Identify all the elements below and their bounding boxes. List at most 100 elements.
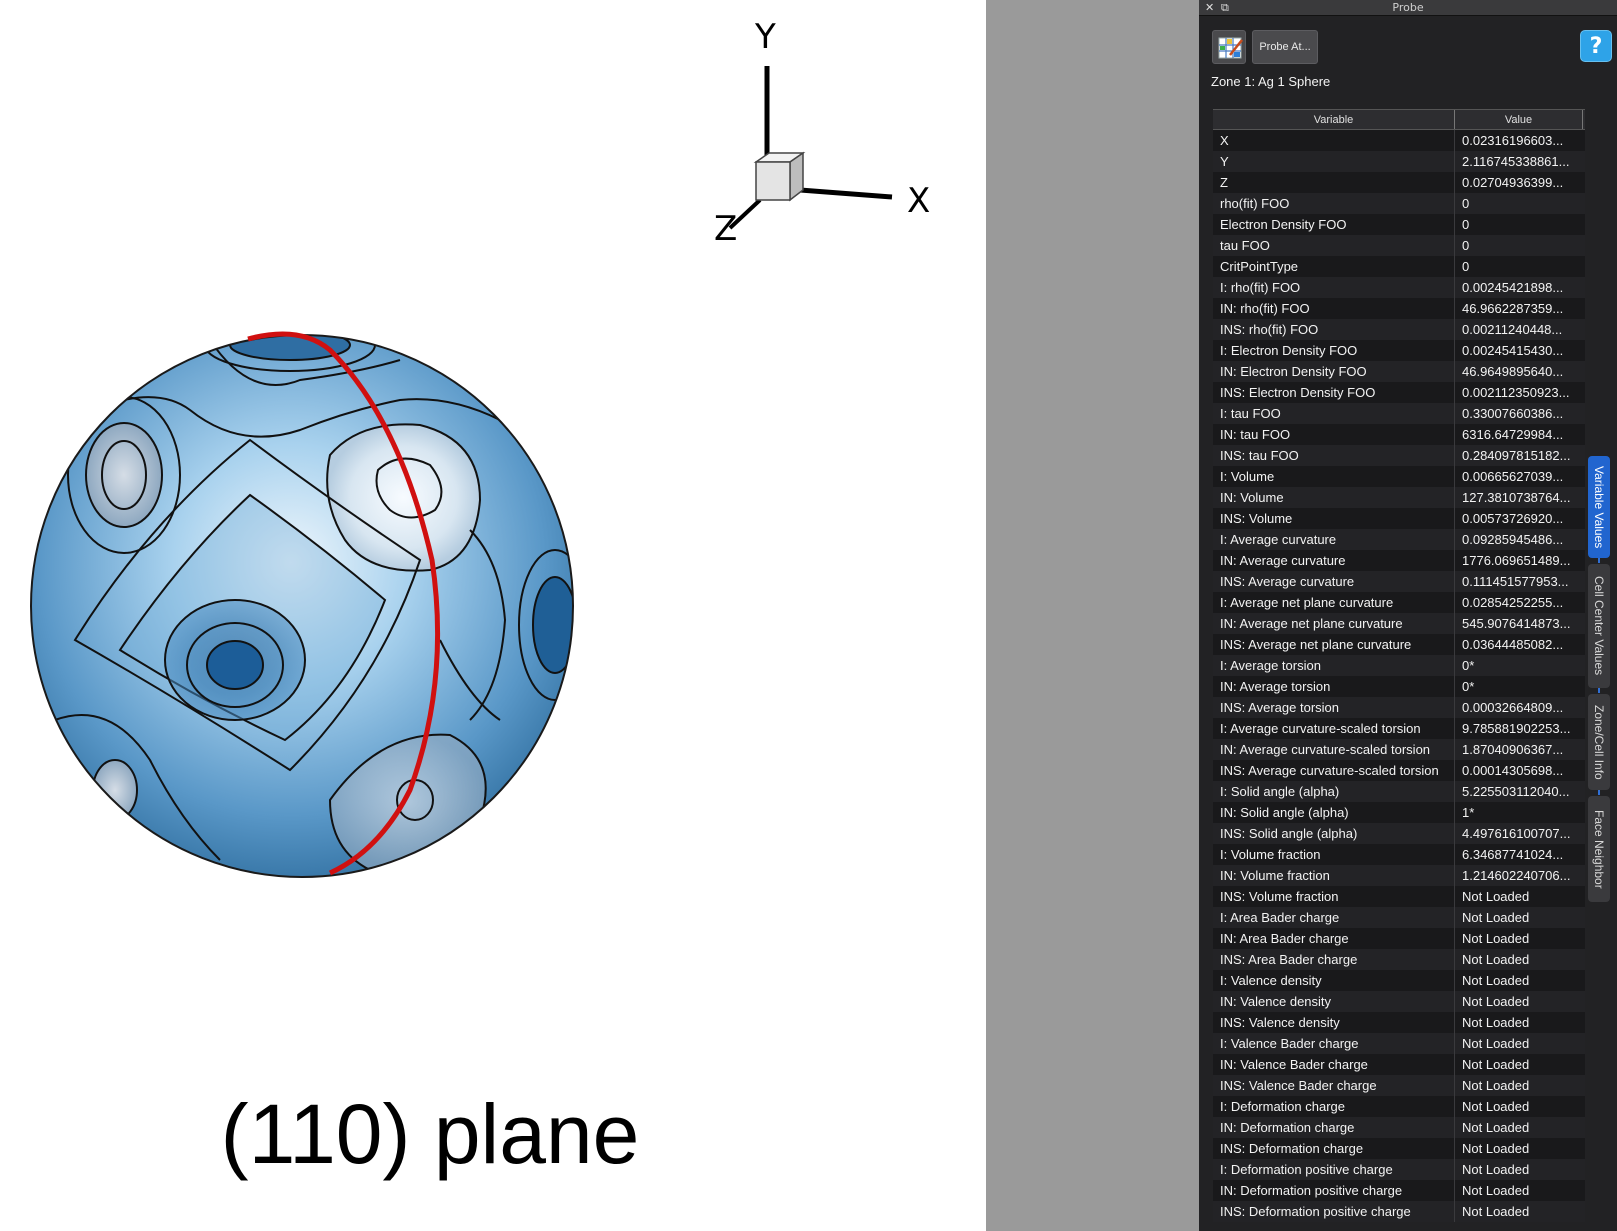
table-row[interactable]: Electron Density FOO 0 [1213,214,1585,235]
table-row[interactable]: IN: Valence Bader charge Not Loaded [1213,1054,1585,1075]
ag-sphere[interactable] [30,319,591,878]
variable-cell: IN: Volume [1213,487,1455,508]
variable-cell: IN: Area Bader charge [1213,928,1455,949]
variable-cell: IN: Valence Bader charge [1213,1054,1455,1075]
table-row[interactable]: IN: Volume 127.3810738764... [1213,487,1585,508]
probe-at-button[interactable]: Probe At... [1252,30,1318,64]
table-row[interactable]: I: Deformation charge Not Loaded [1213,1096,1585,1117]
table-row[interactable]: CritPointType 0 [1213,256,1585,277]
value-cell: Not Loaded [1462,973,1530,988]
tab-variable-values[interactable]: Variable Values [1588,456,1610,558]
variable-cell: INS: rho(fit) FOO [1213,319,1455,340]
variable-cell: IN: Deformation positive charge [1213,1180,1455,1201]
table-row[interactable]: IN: Valence density Not Loaded [1213,991,1585,1012]
table-row[interactable]: IN: Deformation positive charge Not Loade… [1213,1180,1585,1201]
table-row[interactable]: INS: Average curvature-scaled torsion 0.0… [1213,760,1585,781]
table-row[interactable]: INS: rho(fit) FOO 0.00211240448... [1213,319,1585,340]
table-row[interactable]: INS: Area Bader charge Not Loaded [1213,949,1585,970]
variable-cell: INS: Area Bader charge [1213,949,1455,970]
table-row[interactable]: I: tau FOO 0.33007660386... [1213,403,1585,424]
value-cell: Not Loaded [1462,910,1530,925]
table-row[interactable]: rho(fit) FOO 0 [1213,193,1585,214]
table-row[interactable]: I: Valence Bader charge Not Loaded [1213,1033,1585,1054]
table-row[interactable]: I: Volume 0.00665627039... [1213,466,1585,487]
value-cell: 1.214602240706... [1462,868,1571,883]
table-row[interactable]: I: Average net plane curvature 0.02854252… [1213,592,1585,613]
grid-icon-button[interactable] [1212,30,1246,64]
table-row[interactable]: INS: Average net plane curvature 0.036444… [1213,634,1585,655]
value-cell: Not Loaded [1462,1141,1530,1156]
variable-cell: I: Average net plane curvature [1213,592,1455,613]
table-row[interactable]: IN: Average curvature 1776.069651489... [1213,550,1585,571]
value-cell: 0 [1462,259,1470,274]
variable-cell: IN: Volume fraction [1213,865,1455,886]
variable-cell: I: Area Bader charge [1213,907,1455,928]
table-row[interactable]: I: Electron Density FOO 0.00245415430... [1213,340,1585,361]
table-row[interactable]: IN: Average torsion 0* [1213,676,1585,697]
table-row[interactable]: INS: Deformation charge Not Loaded [1213,1138,1585,1159]
table-row[interactable]: IN: Average curvature-scaled torsion 1.87… [1213,739,1585,760]
table-row[interactable]: I: Average curvature-scaled torsion 9.785… [1213,718,1585,739]
variable-cell: I: rho(fit) FOO [1213,277,1455,298]
tab-separator [1598,558,1600,563]
table-row[interactable]: I: Solid angle (alpha) 5.225503112040... [1213,781,1585,802]
tab-zone-cell-info[interactable]: Zone/Cell Info [1588,694,1610,790]
table-row[interactable]: IN: Average net plane curvature 545.90764… [1213,613,1585,634]
table-row[interactable]: X 0.02316196603... [1213,130,1585,151]
table-row[interactable]: Z 0.02704936399... [1213,172,1585,193]
tab-cell-center-values[interactable]: Cell Center Values [1588,564,1610,688]
table-row[interactable]: INS: Average torsion 0.00032664809... [1213,697,1585,718]
value-cell: 46.9649895640... [1462,364,1564,379]
variable-cell: I: Average curvature-scaled torsion [1213,718,1455,739]
table-row[interactable]: INS: Deformation positive charge Not Load… [1213,1201,1585,1222]
value-cell: 0.03644485082... [1462,637,1564,652]
table-row[interactable]: INS: Average curvature 0.111451577953... [1213,571,1585,592]
variable-cell: tau FOO [1213,235,1455,256]
variable-cell: I: Electron Density FOO [1213,340,1455,361]
table-row[interactable]: tau FOO 0 [1213,235,1585,256]
table-row[interactable]: IN: Deformation charge Not Loaded [1213,1117,1585,1138]
table-row[interactable]: INS: tau FOO 0.284097815182... [1213,445,1585,466]
variable-cell: IN: tau FOO [1213,424,1455,445]
table-row[interactable]: IN: tau FOO 6316.64729984... [1213,424,1585,445]
table-row[interactable]: INS: Volume 0.00573726920... [1213,508,1585,529]
table-row[interactable]: INS: Volume fraction Not Loaded [1213,886,1585,907]
value-cell: 0 [1462,238,1470,253]
value-cell: 2.116745338861... [1462,154,1570,169]
plot-viewport[interactable]: Y X Z (110) plane [0,0,986,1231]
value-cell: 0.00211240448... [1462,322,1563,337]
table-row[interactable]: I: Area Bader charge Not Loaded [1213,907,1585,928]
table-row[interactable]: I: Valence density Not Loaded [1213,970,1585,991]
column-header-variable[interactable]: Variable [1213,110,1455,129]
variable-cell: rho(fit) FOO [1213,193,1455,214]
table-row[interactable]: IN: Solid angle (alpha) 1* [1213,802,1585,823]
help-button[interactable]: ? [1580,30,1612,62]
table-row[interactable]: Y 2.116745338861... [1213,151,1585,172]
table-row[interactable]: I: Volume fraction 6.34687741024... [1213,844,1585,865]
window-title: Probe [1392,1,1424,14]
value-cell: 0.02316196603... [1462,133,1564,148]
x-axis-label: X [907,181,930,221]
table-row[interactable]: I: Average torsion 0* [1213,655,1585,676]
table-row[interactable]: IN: Electron Density FOO 46.9649895640... [1213,361,1585,382]
table-row[interactable]: INS: Valence Bader charge Not Loaded [1213,1075,1585,1096]
table-row[interactable]: INS: Valence density Not Loaded [1213,1012,1585,1033]
plane-label: (110) plane [220,1087,640,1181]
value-cell: Not Loaded [1462,1162,1530,1177]
variable-cell: I: Valence density [1213,970,1455,991]
table-row[interactable]: IN: Volume fraction 1.214602240706... [1213,865,1585,886]
table-row[interactable]: IN: Area Bader charge Not Loaded [1213,928,1585,949]
value-cell: 0* [1462,679,1475,694]
table-row[interactable]: I: Deformation positive charge Not Loaded [1213,1159,1585,1180]
table-row[interactable]: I: Average curvature 0.09285945486... [1213,529,1585,550]
tab-face-neighbor[interactable]: Face Neighbor [1588,796,1610,902]
table-row[interactable]: INS: Electron Density FOO 0.002112350923.… [1213,382,1585,403]
table-row[interactable]: IN: rho(fit) FOO 46.9662287359... [1213,298,1585,319]
variable-cell: Z [1213,172,1455,193]
grid-edit-icon [1218,37,1243,59]
table-row[interactable]: I: rho(fit) FOO 0.00245421898... [1213,277,1585,298]
value-cell: 127.3810738764... [1462,490,1571,505]
value-cell: Not Loaded [1462,1183,1530,1198]
column-header-value[interactable]: Value [1455,110,1583,129]
table-row[interactable]: INS: Solid angle (alpha) 4.497616100707..… [1213,823,1585,844]
